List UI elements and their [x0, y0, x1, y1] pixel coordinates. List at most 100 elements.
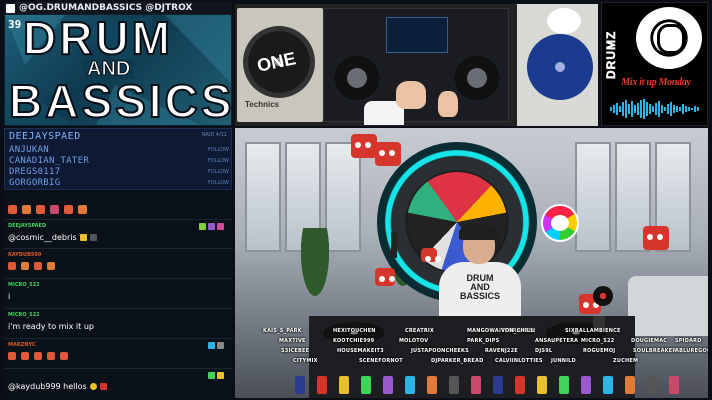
wave-bar [679, 107, 681, 111]
ticker-name: MOLOTOV [399, 338, 429, 344]
chat-username: KAYDUB999 [8, 252, 42, 258]
follow-tag: FOLLOW [207, 157, 229, 164]
chat-username [8, 372, 228, 379]
character-sprite-icon [625, 376, 635, 394]
follower-name: GORGORBIG [9, 177, 61, 188]
follow-tag: FOLLOW [207, 179, 229, 186]
emote-icon [8, 204, 17, 214]
ticker-name: DJPARKER_BREAD [431, 358, 484, 364]
wave-bar [670, 102, 672, 116]
dj-cap [459, 224, 499, 240]
sofa [628, 276, 708, 336]
mug [593, 316, 605, 328]
ticker-name: VON_CHILL [501, 328, 534, 334]
chat-message: MICRO_S22 i'm ready to mix it up [8, 312, 228, 333]
microphone [391, 232, 397, 258]
user-badges [208, 342, 224, 349]
chat-text: i'm ready to mix it up [8, 321, 94, 331]
dots-icon [89, 233, 97, 241]
character-sprite-icon [581, 376, 591, 394]
character-sprite-icon [559, 376, 569, 394]
window [245, 142, 281, 252]
chat-username: DEEJAYSPAED [8, 223, 47, 229]
social-handles-text: @OG.DRUMANDBASSICS @DJTROX [19, 3, 193, 13]
chat-divider [4, 338, 232, 339]
raid-counter: RAID 4/11 [202, 132, 227, 138]
character-sprite-icon [647, 376, 657, 394]
controller-screen [386, 17, 448, 53]
stream-layout: { "social": {"text": "@OG.DRUMANDBASSICS… [0, 0, 712, 400]
right-turntable [517, 4, 598, 126]
chat-divider [4, 248, 232, 249]
emote-icon [79, 233, 87, 241]
character-sprite-icon [493, 376, 503, 394]
chat-username: MICRO_S22 [8, 312, 40, 318]
ticker-name: KOOTCHIE999 [333, 338, 375, 344]
left-jog-wheel [334, 55, 380, 101]
follower-name: DREGS0117 [9, 166, 61, 177]
wave-bar [667, 104, 669, 114]
character-sprite-icon [427, 376, 437, 394]
ticker-name: ABLUREGOO [675, 348, 708, 354]
wave-bar [616, 103, 618, 115]
badge-icon [199, 223, 206, 230]
chat-message: DEEJAYSPAED @cosmic__debris [8, 223, 228, 244]
shirt-print: DRUM AND BASSICS [459, 273, 500, 301]
character-sprite-icon [449, 376, 459, 394]
chat-message: KAYDUB999 [8, 252, 228, 273]
wave-bar [661, 105, 663, 113]
character-sprite-icon [295, 376, 305, 394]
user-badges [199, 223, 224, 230]
emote-icon [47, 352, 55, 360]
follower-row: DREGS0117 FOLLOW [9, 166, 229, 177]
wave-bar [643, 99, 645, 119]
ticker-name: KAIS_S_PARK [263, 328, 302, 334]
ticker-name: HOUSEMAKEIT3 [337, 348, 384, 354]
character-sprite-icon [361, 376, 371, 394]
red-mascot-icon [351, 134, 377, 158]
emote-icon [99, 382, 107, 390]
recent-followers-panel: DEEJAYSPAED RAID 4/11 ANJUKAN FOLLOW CANAD… [4, 128, 232, 190]
character-sprite-icon [405, 376, 415, 394]
logo-word-bassics: BASSICS [8, 75, 232, 126]
wave-bar [631, 101, 633, 117]
right-hand [438, 91, 458, 117]
badge-icon [217, 372, 224, 379]
blue-vinyl [527, 34, 593, 100]
wave-bar [613, 105, 615, 113]
emote-icon [78, 204, 87, 214]
emote-icon [50, 204, 59, 214]
supporter-ticker: KAIS_S_PARK HEXITOUCHEN CREATRIX MANGOWAITF… [235, 328, 708, 398]
turntable-brand: Technics [245, 100, 280, 109]
character-sprite-icon [317, 376, 327, 394]
wave-bar [673, 105, 675, 113]
wave-bar [685, 106, 687, 112]
red-mascot-icon [643, 226, 669, 250]
audio-wave-icon [610, 99, 702, 119]
ticker-name: JUNNILD [551, 358, 576, 364]
badge-icon [208, 372, 215, 379]
drumz-promo-panel: DRUMZ Mix it up Monday [601, 2, 708, 126]
vinyl-record-icon [593, 286, 613, 306]
wave-bar [688, 107, 690, 111]
ticker-name: JUSTAPOONCHEEKS [411, 348, 469, 354]
badge-icon [208, 342, 215, 349]
character-sprite-icon [537, 376, 547, 394]
promo-seal-logo [636, 7, 702, 69]
character-sprite-icon [515, 376, 525, 394]
chat-message: MARZNYC [8, 342, 228, 363]
chat-text: i [8, 291, 11, 301]
red-mascot-icon [375, 268, 395, 286]
wave-bar [637, 103, 639, 115]
emote-icon [8, 262, 16, 270]
character-sprite-icon [603, 376, 613, 394]
wave-bar [682, 104, 684, 114]
emote-icon [22, 204, 31, 214]
ticker-name: DOUGIEMAC [631, 338, 668, 344]
emote-icon [60, 352, 68, 360]
ticker-name: ROGUEMOJ [583, 348, 616, 354]
ticker-name: SIXBALLAMBIENCE [565, 328, 621, 334]
wave-bar [652, 106, 654, 112]
promo-vertical-text: DRUMZ [604, 30, 619, 79]
chat-divider [4, 368, 232, 369]
